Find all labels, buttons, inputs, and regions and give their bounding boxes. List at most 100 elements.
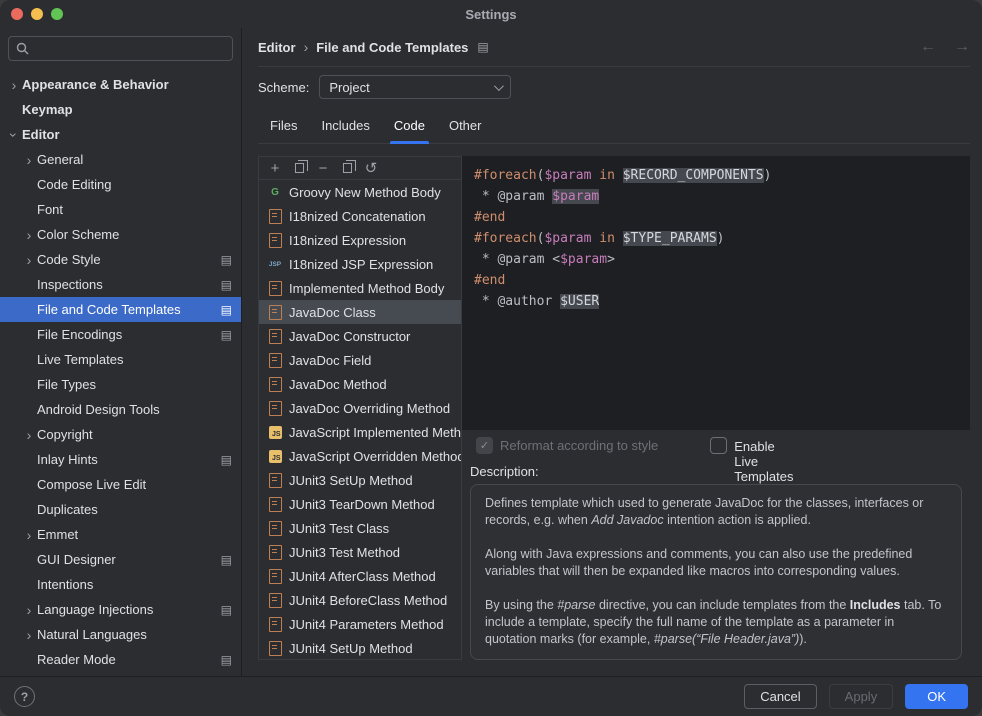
forward-icon[interactable]: →: [954, 38, 970, 56]
sidebar-item-label: Reader Mode: [37, 652, 116, 667]
revert-icon[interactable]: ↺: [359, 158, 383, 179]
sidebar-item-live-templates[interactable]: Live Templates: [0, 347, 241, 372]
sidebar-item-label: Keymap: [22, 102, 73, 117]
template-item-label: Implemented Method Body: [289, 281, 461, 296]
ok-button[interactable]: OK: [905, 684, 968, 709]
cancel-button[interactable]: Cancel: [744, 684, 816, 709]
chevron-right-icon[interactable]: ›: [21, 428, 37, 442]
chevron-down-icon[interactable]: ›: [7, 127, 21, 143]
sidebar-item-keymap[interactable]: Keymap: [0, 97, 241, 122]
back-icon[interactable]: ←: [920, 38, 936, 56]
sidebar-item-general[interactable]: ›General: [0, 147, 241, 172]
template-item-junit4-setup-method[interactable]: JUnit4 SetUp Method: [259, 636, 461, 659]
sidebar-item-code-style[interactable]: ›Code Style▤: [0, 247, 241, 272]
template-item-junit3-teardown-method[interactable]: JUnit3 TearDown Method: [259, 492, 461, 516]
template-options: ✓ Reformat according to style Enable Liv…: [462, 430, 970, 460]
sidebar-item-reader-mode[interactable]: Reader Mode▤: [0, 647, 241, 672]
template-item-junit4-beforeclass-method[interactable]: JUnit4 BeforeClass Method: [259, 588, 461, 612]
breadcrumb-editor[interactable]: Editor: [258, 40, 296, 55]
sidebar-item-label: Appearance & Behavior: [22, 77, 169, 92]
template-item-javascript-implemented-method[interactable]: JSJavaScript Implemented Method: [259, 420, 461, 444]
titlebar: Settings: [0, 0, 982, 28]
chevron-right-icon[interactable]: ›: [21, 228, 37, 242]
help-icon: ?: [21, 690, 28, 704]
template-item-i18nized-jsp-expression[interactable]: JSPI18nized JSP Expression: [259, 252, 461, 276]
tab-files[interactable]: Files: [258, 111, 309, 143]
chevron-right-icon[interactable]: ›: [21, 153, 37, 167]
sidebar-item-language-injections[interactable]: ›Language Injections▤: [0, 597, 241, 622]
copy-icon[interactable]: [287, 158, 311, 179]
sidebar-item-file-encodings[interactable]: File Encodings▤: [0, 322, 241, 347]
chevron-right-icon[interactable]: ›: [21, 628, 37, 642]
chevron-right-icon[interactable]: ›: [6, 78, 22, 92]
sidebar-item-color-scheme[interactable]: ›Color Scheme: [0, 222, 241, 247]
sidebar-item-intentions[interactable]: Intentions: [0, 572, 241, 597]
template-item-junit3-setup-method[interactable]: JUnit3 SetUp Method: [259, 468, 461, 492]
template-item-groovy-new-method-body[interactable]: GGroovy New Method Body: [259, 180, 461, 204]
template-item-implemented-method-body[interactable]: Implemented Method Body: [259, 276, 461, 300]
template-item-javadoc-overriding-method[interactable]: JavaDoc Overriding Method: [259, 396, 461, 420]
in-place-settings-icon: ▤: [221, 453, 232, 467]
sidebar-item-compose-live-edit[interactable]: Compose Live Edit: [0, 472, 241, 497]
sidebar-item-android-design-tools[interactable]: Android Design Tools: [0, 397, 241, 422]
template-item-label: JUnit3 TearDown Method: [289, 497, 461, 512]
sidebar-item-label: GUI Designer: [37, 552, 116, 567]
add-icon[interactable]: +: [263, 158, 287, 179]
tab-includes[interactable]: Includes: [309, 111, 381, 143]
template-icon: [267, 617, 283, 632]
template-icon: [267, 497, 283, 512]
sidebar-item-label: Code Editing: [37, 177, 111, 192]
sidebar-item-natural-languages[interactable]: ›Natural Languages: [0, 622, 241, 647]
sidebar-item-copyright[interactable]: ›Copyright: [0, 422, 241, 447]
duplicate-icon[interactable]: [335, 158, 359, 179]
sidebar-item-file-and-code-templates[interactable]: File and Code Templates▤: [0, 297, 241, 322]
template-item-i18nized-expression[interactable]: I18nized Expression: [259, 228, 461, 252]
template-item-i18nized-concatenation[interactable]: I18nized Concatenation: [259, 204, 461, 228]
in-place-settings-icon: ▤: [221, 278, 232, 292]
chevron-right-icon[interactable]: ›: [21, 253, 37, 267]
reformat-checkbox[interactable]: ✓ Reformat according to style: [476, 437, 658, 454]
settings-tree: ›Appearance & BehaviorKeymap›Editor›Gene…: [0, 72, 241, 676]
sidebar-item-label: File Types: [37, 377, 96, 392]
search-input[interactable]: [8, 36, 233, 61]
template-item-javadoc-method[interactable]: JavaDoc Method: [259, 372, 461, 396]
template-item-junit3-test-method[interactable]: JUnit3 Test Method: [259, 540, 461, 564]
template-item-label: JavaDoc Method: [289, 377, 461, 392]
template-item-label: I18nized Concatenation: [289, 209, 461, 224]
sidebar-item-gui-designer[interactable]: GUI Designer▤: [0, 547, 241, 572]
template-item-junit4-parameters-method[interactable]: JUnit4 Parameters Method: [259, 612, 461, 636]
sidebar-item-emmet[interactable]: ›Emmet: [0, 522, 241, 547]
remove-icon[interactable]: −: [311, 158, 335, 179]
tab-other[interactable]: Other: [437, 111, 494, 143]
sidebar-item-label: Code Style: [37, 252, 101, 267]
chevron-right-icon[interactable]: ›: [21, 603, 37, 617]
code-line: * @author $USER: [474, 291, 970, 312]
template-list: GGroovy New Method Body I18nized Concaten…: [259, 180, 461, 659]
sidebar-item-inlay-hints[interactable]: Inlay Hints▤: [0, 447, 241, 472]
scheme-label: Scheme:: [258, 80, 309, 95]
chevron-right-icon[interactable]: ›: [21, 528, 37, 542]
sidebar-item-file-types[interactable]: File Types: [0, 372, 241, 397]
template-item-javascript-overridden-method[interactable]: JSJavaScript Overridden Method: [259, 444, 461, 468]
sidebar-item-inspections[interactable]: Inspections▤: [0, 272, 241, 297]
template-item-junit3-test-class[interactable]: JUnit3 Test Class: [259, 516, 461, 540]
sidebar-item-appearance-behavior[interactable]: ›Appearance & Behavior: [0, 72, 241, 97]
template-item-javadoc-class[interactable]: JavaDoc Class: [259, 300, 461, 324]
tab-code[interactable]: Code: [382, 111, 437, 143]
template-item-javadoc-field[interactable]: JavaDoc Field: [259, 348, 461, 372]
sidebar-item-font[interactable]: Font: [0, 197, 241, 222]
sidebar-item-duplicates[interactable]: Duplicates: [0, 497, 241, 522]
template-code-editor[interactable]: #foreach($param in $RECORD_COMPONENTS) *…: [462, 156, 970, 430]
sidebar-item-label: Natural Languages: [37, 627, 147, 642]
footer-buttons: Cancel Apply OK: [744, 684, 968, 709]
settings-window: Settings ›Appearance & BehaviorKeymap›Ed…: [0, 0, 982, 716]
help-button[interactable]: ?: [14, 686, 35, 707]
enable-live-templates-checkbox[interactable]: Enable Live Templates: [710, 437, 746, 454]
template-item-javadoc-constructor[interactable]: JavaDoc Constructor: [259, 324, 461, 348]
in-place-settings-icon: ▤: [477, 40, 488, 54]
template-item-junit4-afterclass-method[interactable]: JUnit4 AfterClass Method: [259, 564, 461, 588]
sidebar-item-code-editing[interactable]: Code Editing: [0, 172, 241, 197]
sidebar-item-editor[interactable]: ›Editor: [0, 122, 241, 147]
scheme-select[interactable]: Project: [319, 75, 511, 99]
apply-button[interactable]: Apply: [829, 684, 894, 709]
